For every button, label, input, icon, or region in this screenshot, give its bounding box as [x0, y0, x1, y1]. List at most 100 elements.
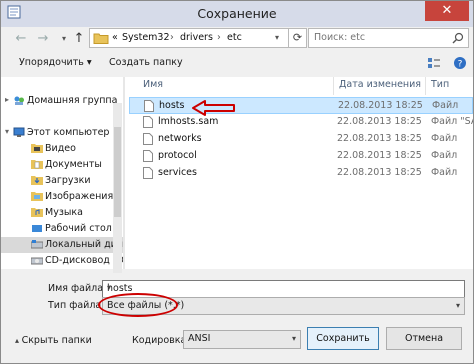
horizontal-scrollbar[interactable] — [125, 269, 473, 278]
forward-arrow-icon: → — [37, 31, 49, 46]
save-dialog: Сохранение ✕ ← → ▾ ↑ « System32 › driver… — [0, 0, 474, 364]
encoding-value: ANSI — [188, 333, 211, 344]
file-type: Файл — [431, 150, 458, 161]
nav-item-homegroup[interactable]: ▸ Домашняя группа — [1, 93, 123, 109]
chevron-down-icon[interactable]: ▾ — [107, 283, 460, 292]
svg-text:?: ? — [458, 60, 463, 70]
file-type: Файл — [431, 167, 458, 178]
file-date: 22.08.2013 18:25 — [337, 167, 422, 178]
nav-item-this-pc[interactable]: ▾ Этот компьютер — [1, 125, 123, 141]
search-box[interactable] — [308, 28, 469, 48]
nav-scrollbar[interactable] — [113, 103, 122, 273]
chevron-down-icon[interactable]: ▾ — [292, 334, 296, 343]
nav-item-desktop[interactable]: Рабочий стол — [1, 221, 123, 237]
refresh-button[interactable]: ⟳ — [289, 28, 307, 48]
nav-item-label: Музыка — [45, 207, 83, 218]
expand-icon[interactable]: ▸ — [5, 95, 9, 104]
nav-item-cd-drive[interactable]: CD-дисковод (D: — [1, 253, 123, 269]
file-row-networks[interactable]: networks 22.08.2013 18:25 Файл — [129, 131, 473, 148]
file-name: lmhosts.sam — [158, 116, 219, 127]
window-title: Сохранение — [197, 6, 277, 21]
nav-item-local-disk[interactable]: Локальный диск — [1, 237, 123, 253]
file-icon — [143, 167, 153, 179]
video-folder-icon — [31, 144, 43, 153]
breadcrumb-drivers[interactable]: drivers — [180, 32, 213, 43]
annotation-arrow-icon — [192, 100, 235, 116]
computer-icon — [13, 127, 25, 137]
file-row-lmhosts[interactable]: lmhosts.sam 22.08.2013 18:25 Файл "SA — [129, 114, 473, 131]
navigation-pane: ▸ Домашняя группа ▾ Этот компьютер Видео… — [1, 77, 123, 269]
downloads-folder-icon — [31, 176, 43, 185]
address-dropdown-icon[interactable]: ▾ — [275, 33, 279, 42]
file-row-services[interactable]: services 22.08.2013 18:25 Файл — [129, 165, 473, 182]
recent-locations-dropdown[interactable]: ▾ — [59, 31, 69, 47]
scrollbar-thumb[interactable] — [114, 127, 121, 217]
column-divider[interactable] — [333, 77, 334, 95]
toolbar: Упорядочить ▾ Создать папку ? — [1, 53, 473, 75]
breadcrumb-separator: › — [217, 32, 221, 43]
nav-item-label: Домашняя группа — [27, 95, 118, 106]
file-name: networks — [158, 133, 202, 144]
nav-item-downloads[interactable]: Загрузки — [1, 173, 123, 189]
cancel-button[interactable]: Отмена — [386, 327, 462, 350]
local-disk-icon — [31, 240, 43, 249]
file-date: 22.08.2013 18:25 — [337, 116, 422, 127]
file-icon — [143, 116, 153, 128]
nav-item-documents[interactable]: Документы — [1, 157, 123, 173]
nav-item-label: CD-дисковод (D: — [45, 255, 123, 266]
close-button[interactable]: ✕ — [425, 1, 469, 21]
homegroup-icon — [14, 96, 24, 105]
column-header-type[interactable]: Тип — [431, 79, 449, 90]
close-icon: ✕ — [441, 3, 453, 18]
column-header-name[interactable]: Имя — [143, 79, 163, 90]
nav-item-label: Локальный диск — [45, 239, 123, 250]
documents-folder-icon — [31, 160, 43, 169]
cd-drive-icon — [31, 257, 43, 265]
back-button[interactable]: ← — [13, 31, 29, 47]
nav-item-label: Этот компьютер — [27, 127, 110, 138]
new-folder-button[interactable]: Создать папку — [109, 57, 183, 68]
up-button[interactable]: ↑ — [71, 31, 87, 47]
file-date: 22.08.2013 18:25 — [338, 100, 423, 111]
file-name: services — [158, 167, 197, 178]
file-type: Файл — [432, 100, 459, 111]
hide-folders-toggle[interactable]: ▴ Скрыть папки — [15, 335, 92, 346]
folder-icon — [93, 33, 109, 44]
nav-item-music[interactable]: Музыка — [1, 205, 123, 221]
nav-item-pictures[interactable]: Изображения — [1, 189, 123, 205]
up-arrow-icon: ↑ — [73, 31, 85, 46]
breadcrumb-etc[interactable]: etc — [227, 32, 242, 43]
encoding-select[interactable]: ANSI ▾ — [183, 330, 301, 349]
collapse-icon[interactable]: ▾ — [5, 127, 9, 136]
file-type: Файл "SA — [431, 116, 473, 127]
file-row-hosts[interactable]: hosts 22.08.2013 18:25 Файл — [129, 97, 473, 114]
file-type: Файл — [431, 133, 458, 144]
encoding-label: Кодировка: — [132, 335, 190, 346]
organize-button[interactable]: Упорядочить ▾ — [19, 57, 92, 68]
music-folder-icon — [31, 208, 43, 217]
file-row-protocol[interactable]: protocol 22.08.2013 18:25 Файл — [129, 148, 473, 165]
address-bar[interactable]: « System32 › drivers › etc ▾ — [89, 28, 289, 48]
file-date: 22.08.2013 18:25 — [337, 133, 422, 144]
view-options-icon[interactable] — [427, 56, 441, 70]
nav-item-label: Документы — [45, 159, 102, 170]
file-name: protocol — [158, 150, 197, 161]
breadcrumb-prefix[interactable]: « — [112, 32, 118, 43]
breadcrumb-system32[interactable]: System32 — [122, 32, 170, 43]
nav-item-label: Изображения — [45, 191, 114, 202]
title-bar: Сохранение ✕ — [1, 1, 473, 27]
filetype-label: Тип файла: — [48, 300, 105, 311]
nav-item-video[interactable]: Видео — [1, 141, 123, 157]
column-divider[interactable] — [425, 77, 426, 95]
chevron-down-icon[interactable]: ▾ — [456, 301, 460, 310]
desktop-folder-icon — [32, 225, 42, 232]
save-button[interactable]: Сохранить — [307, 327, 379, 350]
filename-label: Имя файла: — [48, 283, 107, 294]
search-input[interactable] — [314, 32, 444, 43]
column-header-date[interactable]: Дата изменения — [339, 79, 421, 90]
forward-button[interactable]: → — [35, 31, 51, 47]
help-icon[interactable]: ? — [453, 56, 467, 70]
file-list: Имя Дата изменения Тип hosts 22.08.2013 … — [125, 77, 473, 269]
file-icon — [144, 100, 154, 112]
nav-item-label: Рабочий стол — [45, 223, 112, 234]
